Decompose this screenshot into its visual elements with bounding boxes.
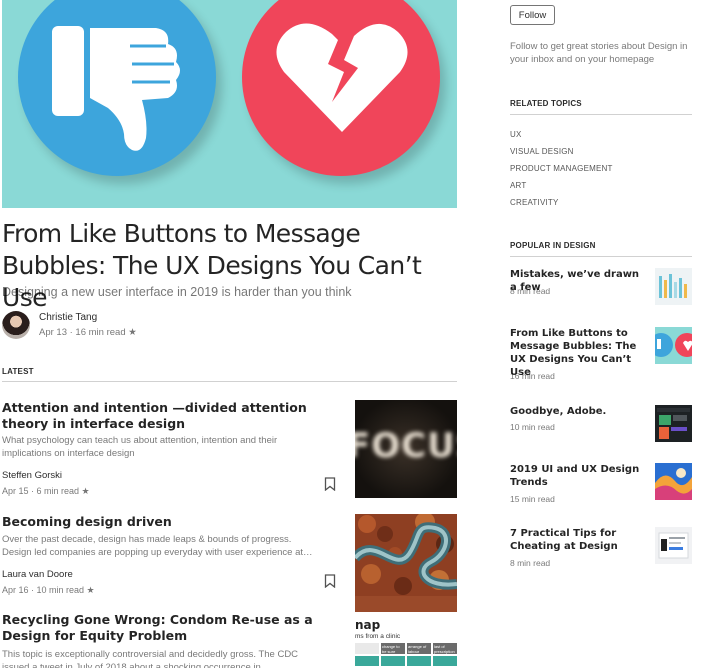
broken-heart-icon bbox=[276, 23, 408, 132]
topic-creativity[interactable]: CREATIVITY bbox=[510, 198, 559, 207]
latest-divider bbox=[2, 381, 457, 382]
thumbnail-cell bbox=[355, 656, 379, 666]
story-description[interactable]: What psychology can teach us about atten… bbox=[2, 434, 322, 460]
popular-item[interactable]: 7 Practical Tips for Cheating at Design … bbox=[510, 527, 692, 568]
story-description[interactable]: This topic is exceptionally controversia… bbox=[2, 648, 322, 668]
topic-visual-design[interactable]: VISUAL DESIGN bbox=[510, 147, 574, 156]
article-meta: Apr 13 · 16 min read ★ bbox=[39, 327, 137, 338]
author-name[interactable]: Christie Tang bbox=[39, 312, 97, 323]
article-title[interactable]: From Like Buttons to Message Bubbles: Th… bbox=[2, 218, 457, 314]
popular-thumbnail[interactable] bbox=[655, 463, 692, 500]
thumbs-down-icon bbox=[52, 26, 180, 151]
story-title[interactable]: Becoming design driven bbox=[2, 514, 322, 530]
thumbnail-cell bbox=[433, 656, 457, 666]
list-item[interactable]: Becoming design driven Over the past dec… bbox=[2, 514, 457, 614]
story-thumbnail[interactable]: nap ms from a clinic change to be sure a… bbox=[355, 615, 457, 668]
list-item[interactable]: Recycling Gone Wrong: Condom Re-use as a… bbox=[2, 612, 457, 668]
popular-thumbnail[interactable] bbox=[655, 405, 692, 442]
popular-meta: 8 min read bbox=[510, 558, 551, 568]
bookmark-icon[interactable] bbox=[324, 477, 336, 491]
popular-meta: 10 min read bbox=[510, 422, 555, 432]
topic-ux[interactable]: UX bbox=[510, 130, 522, 139]
thumbnail-cell: arrange of labour bbox=[407, 643, 431, 654]
article-subtitle: Designing a new user interface in 2019 i… bbox=[2, 285, 352, 299]
follow-button[interactable]: Follow bbox=[510, 5, 555, 25]
thumbnail-cell: last of prescription bbox=[433, 643, 457, 654]
river-aerial-image bbox=[355, 514, 457, 596]
story-title[interactable]: Recycling Gone Wrong: Condom Re-use as a… bbox=[2, 612, 322, 644]
thumbnail-heading: nap bbox=[355, 618, 381, 632]
popular-label: POPULAR IN DESIGN bbox=[510, 241, 596, 250]
avatar[interactable] bbox=[2, 311, 30, 339]
thumbnail-text: FOCUS bbox=[355, 426, 457, 466]
story-thumbnail[interactable] bbox=[355, 514, 457, 612]
thumbnail-cell bbox=[407, 656, 431, 666]
thumbnail-cell bbox=[381, 656, 405, 666]
follow-description: Follow to get great stories about Design… bbox=[510, 41, 688, 65]
popular-item[interactable]: Goodbye, Adobe. 10 min read bbox=[510, 405, 692, 445]
popular-meta: 16 min read bbox=[510, 371, 555, 381]
story-thumbnail[interactable]: FOCUS bbox=[355, 400, 457, 498]
popular-thumbnail[interactable] bbox=[655, 327, 692, 364]
popular-item[interactable]: 2019 UI and UX Design Trends 15 min read bbox=[510, 463, 692, 504]
popular-divider bbox=[510, 256, 692, 257]
thumbnail-cell bbox=[355, 643, 379, 654]
article-author-row: Christie Tang Apr 13 · 16 min read ★ bbox=[2, 311, 302, 341]
popular-thumbnail[interactable] bbox=[655, 268, 692, 305]
popular-item[interactable]: Mistakes, we’ve drawn a few 8 min read bbox=[510, 268, 692, 308]
related-topics-divider bbox=[510, 114, 692, 115]
related-topics-label: RELATED TOPICS bbox=[510, 99, 582, 108]
popular-title[interactable]: Goodbye, Adobe. bbox=[510, 405, 648, 418]
story-author[interactable]: Laura van Doore bbox=[2, 569, 73, 580]
list-item[interactable]: Attention and intention —divided attenti… bbox=[2, 400, 457, 500]
latest-label: LATEST bbox=[2, 367, 34, 376]
story-meta: Apr 15 · 6 min read ★ bbox=[2, 486, 90, 496]
popular-title[interactable]: 2019 UI and UX Design Trends bbox=[510, 463, 648, 489]
thumbnail-subheading: ms from a clinic bbox=[355, 633, 401, 640]
hero-image[interactable] bbox=[2, 0, 457, 208]
topic-art[interactable]: ART bbox=[510, 181, 526, 190]
popular-title[interactable]: 7 Practical Tips for Cheating at Design bbox=[510, 527, 648, 553]
popular-item[interactable]: From Like Buttons to Message Bubbles: Th… bbox=[510, 327, 692, 383]
thumbnail-grid: change to be sure arrange of labour last… bbox=[355, 643, 457, 666]
story-meta: Apr 16 · 10 min read ★ bbox=[2, 585, 95, 595]
popular-thumbnail[interactable] bbox=[655, 527, 692, 564]
thumbnail-cell: change to be sure bbox=[381, 643, 405, 654]
bookmark-icon[interactable] bbox=[324, 574, 336, 588]
popular-meta: 15 min read bbox=[510, 494, 555, 504]
story-description[interactable]: Over the past decade, design has made le… bbox=[2, 533, 322, 559]
topic-product-management[interactable]: PRODUCT MANAGEMENT bbox=[510, 164, 613, 173]
popular-meta: 8 min read bbox=[510, 286, 551, 296]
story-title[interactable]: Attention and intention —divided attenti… bbox=[2, 400, 322, 432]
story-author[interactable]: Steffen Gorski bbox=[2, 470, 62, 481]
